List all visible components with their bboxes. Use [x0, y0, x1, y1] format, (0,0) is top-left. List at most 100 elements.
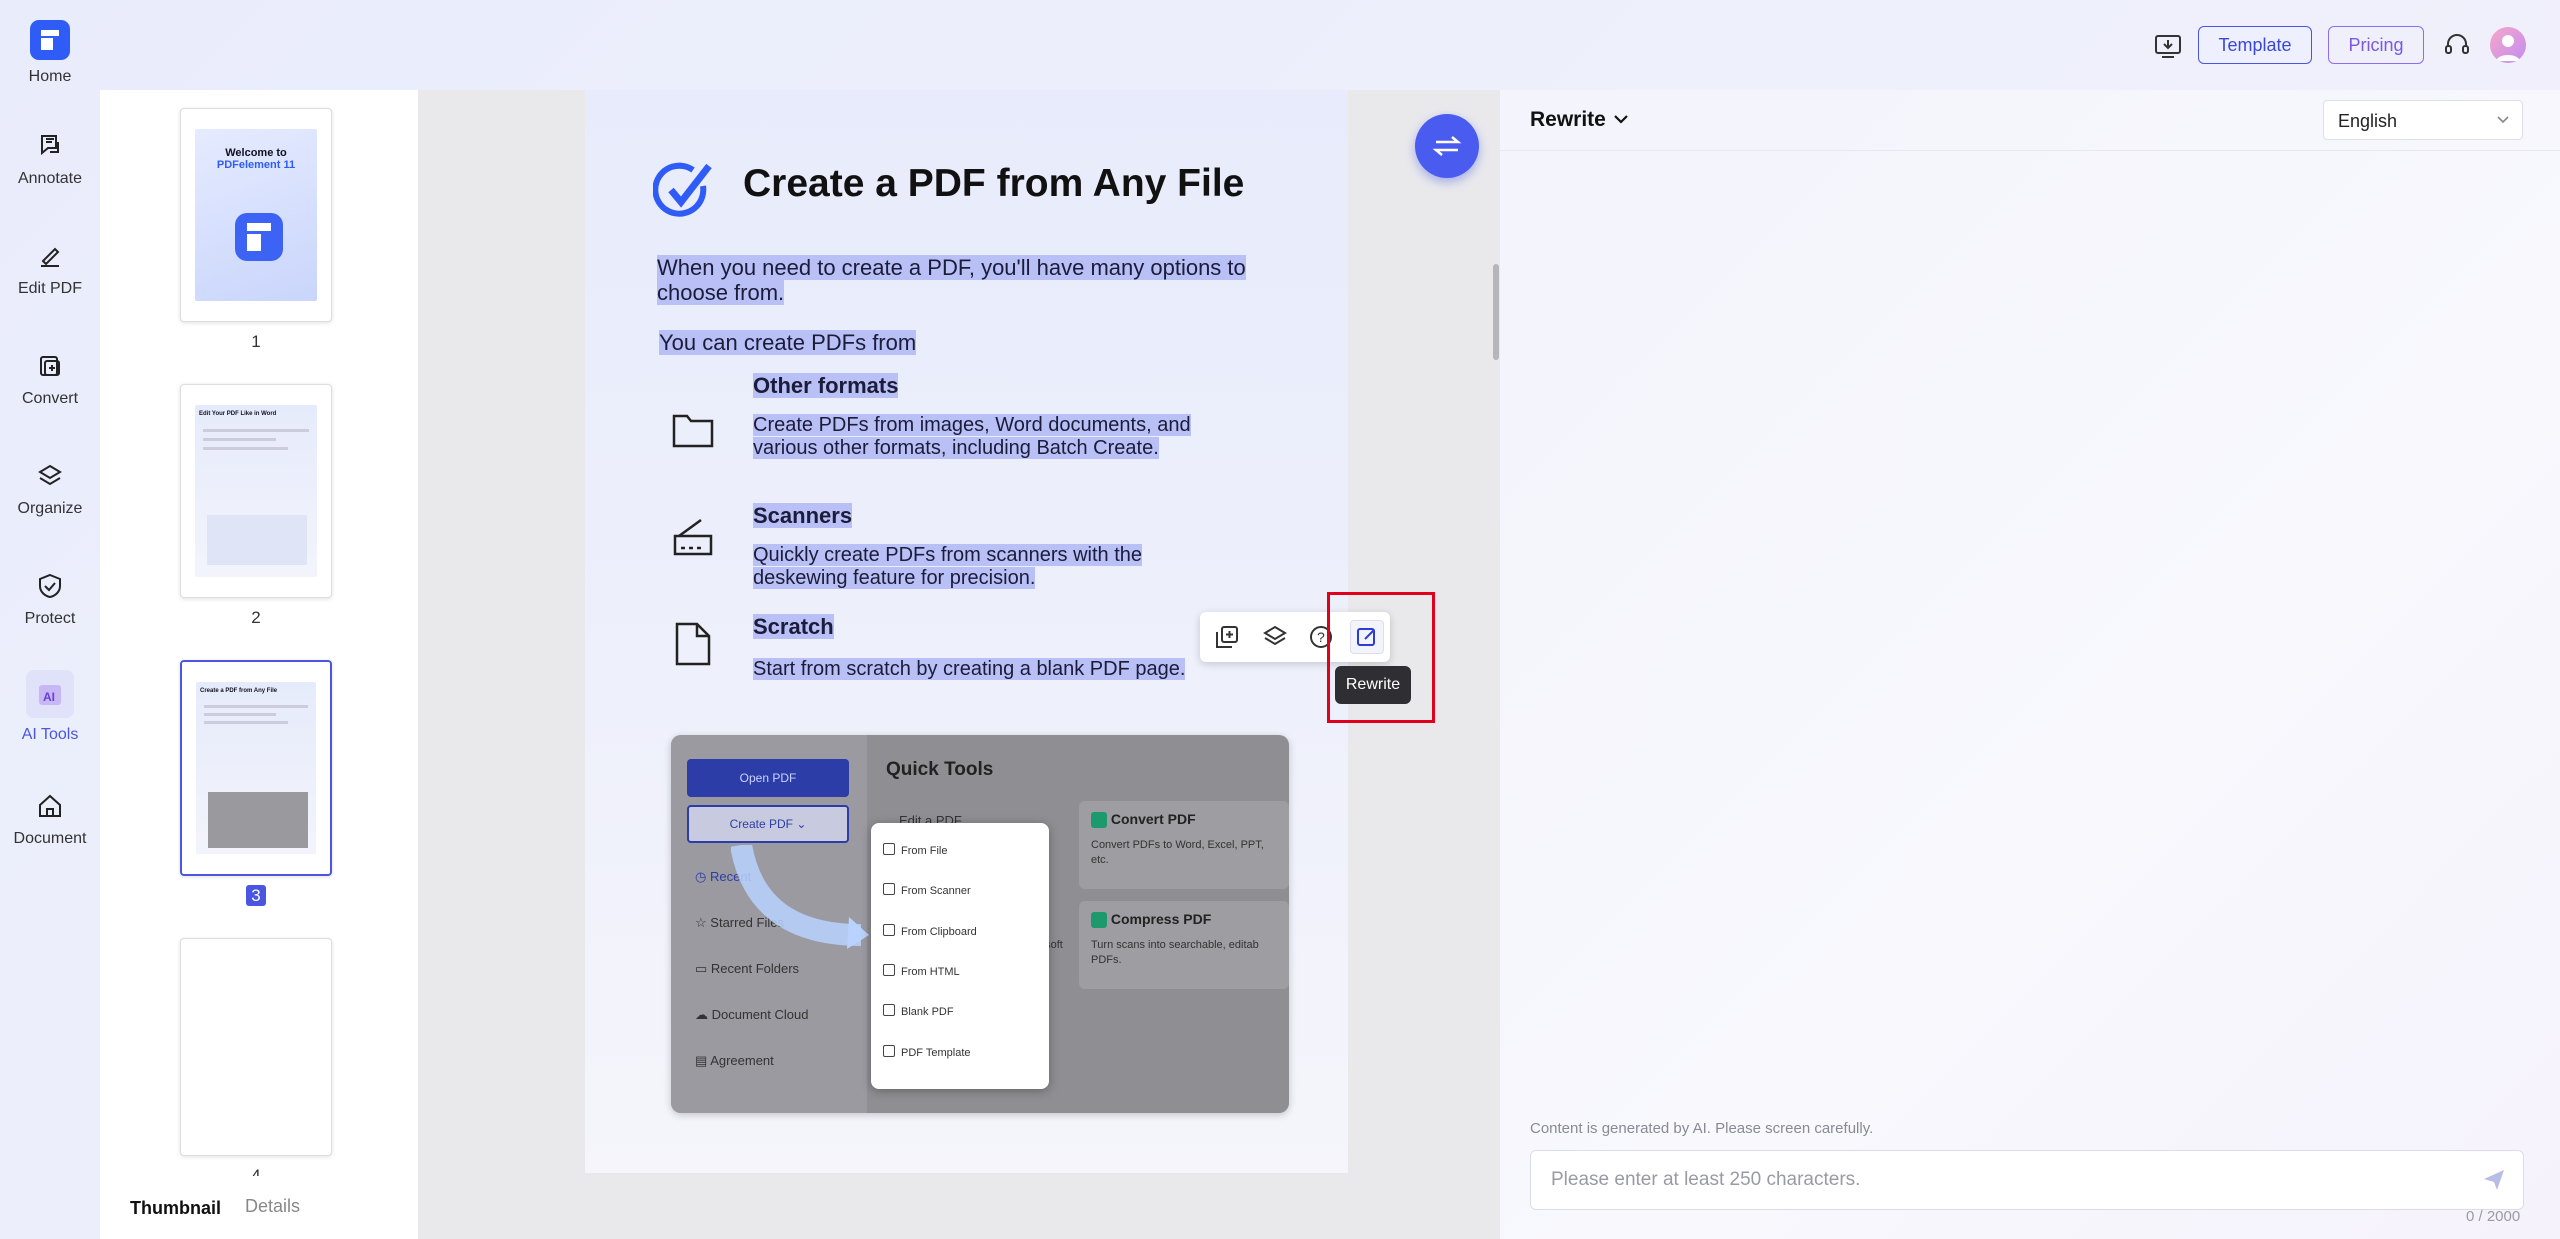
- embedded-folders-label: Recent Folders: [710, 961, 800, 976]
- headset-icon[interactable]: [2442, 30, 2472, 60]
- folder-icon: [672, 414, 714, 448]
- nav-document-label: Document: [13, 830, 87, 847]
- app-logo-icon: [30, 20, 70, 60]
- section-text-formats[interactable]: Create PDFs from images, Word documents,…: [753, 414, 1191, 460]
- embedded-create-pdf: Create PDF ⌄: [687, 805, 849, 843]
- section-title-scratch-text: Scratch: [753, 614, 834, 639]
- thumb1-line2: PDFelement 11: [216, 159, 296, 171]
- ai-panel: Rewrite English Content is generated by …: [1500, 90, 2560, 1239]
- embedded-arrow-icon: [731, 845, 869, 949]
- nav-organize[interactable]: Organize: [0, 460, 100, 518]
- convert-card-icon: [1091, 812, 1107, 829]
- template-button[interactable]: Template: [2198, 26, 2312, 64]
- thumbnail-page-2[interactable]: Edit Your PDF Like in Word: [180, 384, 332, 598]
- checkmark-circle-icon: [653, 162, 712, 217]
- menu-html-icon: [883, 964, 895, 976]
- scanner-icon: [673, 518, 713, 556]
- svg-text:AI: AI: [43, 690, 55, 704]
- ai-mode-label: Rewrite: [1530, 108, 1606, 131]
- avatar[interactable]: [2490, 27, 2526, 63]
- ai-mode-dropdown[interactable]: Rewrite: [1530, 108, 1630, 132]
- embedded-compress-card: Compress PDF Turn scans into searchable,…: [1079, 901, 1289, 989]
- compress-card-icon: [1091, 912, 1107, 929]
- svg-text:?: ?: [1317, 629, 1325, 645]
- ai-notice: Content is generated by AI. Please scree…: [1530, 1120, 1874, 1137]
- embedded-convert-desc: Convert PDFs to Word, Excel, PPT,: [1091, 839, 1264, 852]
- edit-pen-icon: [41, 247, 60, 267]
- thumb2-line: [203, 429, 309, 432]
- embedded-create-menu: From File From Scanner From Clipboard Fr…: [871, 823, 1049, 1089]
- embedded-compress-desc: PDFs.: [1091, 954, 1122, 967]
- embedded-screenshot: Open PDF Create PDF ⌄ ◷ Recent ☆ Starred…: [671, 735, 1289, 1113]
- page-title: Create a PDF from Any File: [743, 162, 1245, 205]
- thumbnail-page-1[interactable]: Welcome to PDFelement 11: [180, 108, 332, 322]
- menu-clipboard-icon: [883, 924, 895, 936]
- annotate-icon: [41, 135, 59, 156]
- embedded-compress-desc: Turn scans into searchable, editab: [1091, 939, 1259, 952]
- embedded-compress-title: Compress PDF: [1110, 911, 1212, 927]
- intro-line-1: When you need to create a PDF, you'll ha…: [657, 255, 1246, 280]
- section-text-scanners[interactable]: Quickly create PDFs from scanners with t…: [753, 544, 1143, 590]
- thumb2-line: [203, 447, 289, 450]
- convert-icon: [40, 356, 60, 376]
- nav-home[interactable]: Home: [0, 20, 100, 86]
- send-icon[interactable]: [2481, 1167, 2507, 1193]
- house-icon: [39, 794, 61, 817]
- nav-home-label: Home: [28, 68, 72, 85]
- nav-ai-tools[interactable]: AI AI Tools: [0, 670, 100, 744]
- embedded-convert-title: Convert PDF: [1110, 811, 1196, 827]
- chevron-down-icon: [2497, 116, 2509, 124]
- left-nav: Home Annotate Edit PDF Convert Organize …: [0, 0, 100, 1239]
- menu-template-icon: [883, 1045, 895, 1057]
- ai-input-field[interactable]: Please enter at least 250 characters.: [1530, 1150, 2524, 1210]
- language-value: English: [2338, 111, 2398, 131]
- pdfelement-logo-icon: [235, 213, 283, 261]
- nav-annotate[interactable]: Annotate: [0, 130, 100, 188]
- language-select[interactable]: English: [2323, 100, 2523, 140]
- download-icon[interactable]: [2154, 32, 2182, 60]
- copy-add-icon[interactable]: [1214, 624, 1240, 650]
- embedded-folders: ▭ Recent Folders: [695, 961, 800, 976]
- embedded-agreement: ▤ Agreement: [695, 1053, 774, 1068]
- section-title-scanners[interactable]: Scanners: [753, 503, 853, 529]
- pricing-button[interactable]: Pricing: [2328, 26, 2424, 64]
- section-title-scanners-text: Scanners: [753, 503, 853, 528]
- thumbnail-number-1: 1: [251, 332, 261, 351]
- tab-details[interactable]: Details: [245, 1196, 300, 1217]
- nav-protect[interactable]: Protect: [0, 570, 100, 628]
- thumb2-image: [207, 515, 307, 565]
- sub-paragraph[interactable]: You can create PDFs from: [659, 330, 917, 356]
- thumbnail-number-4: 4: [251, 1166, 261, 1176]
- embedded-menu-item: From Clipboard: [901, 926, 977, 938]
- section-title-formats[interactable]: Other formats: [753, 373, 899, 399]
- nav-edit-pdf[interactable]: Edit PDF: [0, 240, 100, 298]
- section-text-scratch[interactable]: Start from scratch by creating a blank P…: [753, 658, 1186, 681]
- intro-paragraph[interactable]: When you need to create a PDF, you'll ha…: [657, 255, 1297, 305]
- ai-input-placeholder: Please enter at least 250 characters.: [1551, 1169, 1861, 1190]
- tab-thumbnail[interactable]: Thumbnail: [130, 1198, 221, 1219]
- menu-scanner-icon: [883, 883, 895, 895]
- thumb3-title: Create a PDF from Any File: [200, 688, 278, 694]
- swap-float-button[interactable]: [1415, 114, 1479, 178]
- embedded-cloud-label: Document Cloud: [711, 1007, 809, 1022]
- section-title-formats-text: Other formats: [753, 373, 899, 398]
- embedded-menu-item: From File: [901, 845, 948, 857]
- nav-organize-label: Organize: [17, 500, 83, 517]
- nav-document[interactable]: Document: [0, 790, 100, 848]
- thumbnail-number-3-badge: 3: [246, 885, 266, 906]
- thumbnail-page-4[interactable]: [180, 938, 332, 1156]
- thumb3-image: [208, 792, 308, 848]
- embedded-agreement-label: Agreement: [710, 1053, 774, 1068]
- section-line: various other formats, including Batch C…: [753, 437, 1159, 459]
- thumb2-line: [203, 438, 277, 441]
- nav-convert-label: Convert: [21, 390, 79, 407]
- document-scrollbar[interactable]: [1493, 264, 1499, 360]
- thumbnail-page-3[interactable]: Create a PDF from Any File: [180, 660, 332, 876]
- section-title-scratch[interactable]: Scratch: [753, 614, 834, 640]
- nav-annotate-label: Annotate: [17, 170, 83, 187]
- embedded-menu-item: PDF Template: [901, 1047, 971, 1059]
- nav-ai-tools-label: AI Tools: [21, 726, 79, 743]
- layers-icon[interactable]: [1262, 624, 1288, 650]
- thumbnail-tabs: Thumbnail Details: [100, 1190, 418, 1230]
- nav-convert[interactable]: Convert: [0, 350, 100, 408]
